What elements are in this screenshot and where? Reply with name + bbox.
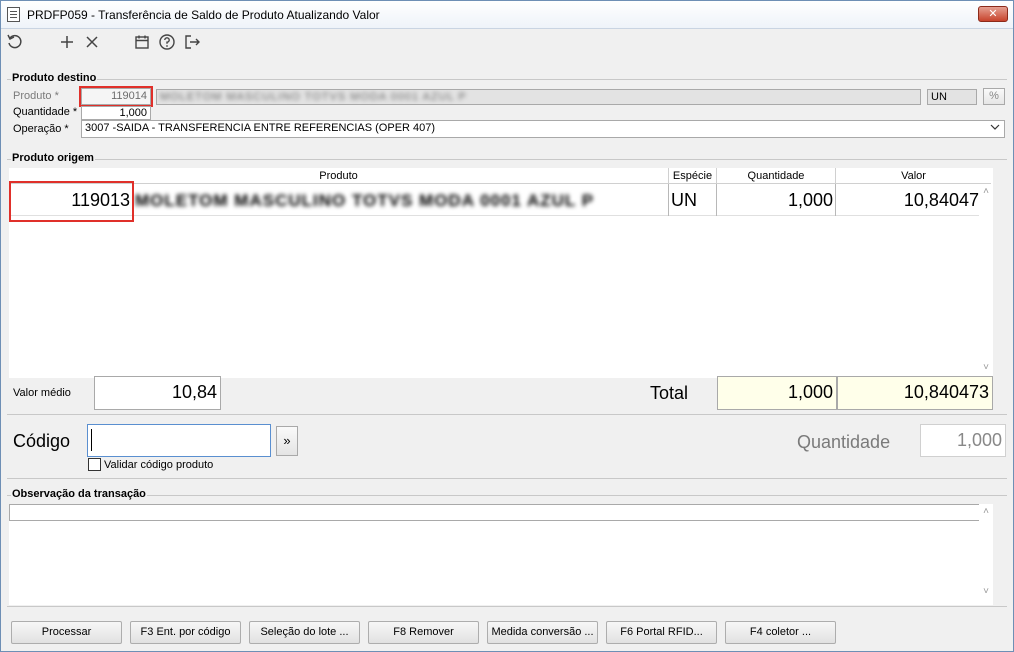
- quantidade-entry-field[interactable]: 1,000: [920, 424, 1006, 457]
- main-window: PRDFP059 - Transferência de Saldo de Pro…: [0, 0, 1014, 652]
- f3-ent-por-codigo-button[interactable]: F3 Ent. por código: [130, 621, 241, 644]
- total-quantidade: 1,000: [717, 376, 837, 410]
- quantidade-label: Quantidade *: [13, 106, 78, 118]
- row-produto: MOLETOM MASCULINO TOTVS MODA 0001 AZUL P: [133, 184, 669, 216]
- grid-header: Produto Espécie Quantidade Valor: [9, 168, 991, 184]
- origem-grid: Produto Espécie Quantidade Valor 119013 …: [9, 168, 993, 378]
- f6-portal-rfid-button[interactable]: F6 Portal RFID...: [606, 621, 717, 644]
- column-valor[interactable]: Valor: [836, 168, 991, 184]
- f8-remover-button[interactable]: F8 Remover: [368, 621, 479, 644]
- row-quantidade: 1,000: [717, 184, 836, 216]
- grid-scrollbar[interactable]: ˄ ˅: [979, 184, 993, 376]
- processar-button[interactable]: Processar: [11, 621, 122, 644]
- highlight-box: [9, 181, 134, 222]
- produto-destino-description-text: MOLETOM MASCULINO TOTVS MODA 0001 AZUL P: [160, 91, 467, 103]
- scroll-down-icon[interactable]: ˅: [979, 362, 993, 373]
- f4-coletor-button[interactable]: F4 coletor ...: [725, 621, 836, 644]
- total-valor: 10,840473: [837, 376, 993, 410]
- quantidade-entry-label: Quantidade: [797, 432, 891, 452]
- produto-origem-label: Produto origem: [11, 152, 95, 164]
- exit-icon[interactable]: [182, 33, 202, 53]
- validar-label: Validar código produto: [104, 459, 214, 471]
- search-go-button[interactable]: »: [276, 426, 298, 456]
- observacao-scrollbar[interactable]: ˄ ˅: [979, 504, 993, 604]
- column-especie[interactable]: Espécie: [669, 168, 717, 184]
- quantidade-destino-field[interactable]: 1,000: [81, 106, 151, 120]
- percent-button[interactable]: %: [983, 88, 1005, 105]
- help-icon[interactable]: [157, 33, 177, 53]
- scroll-down-icon[interactable]: ˅: [979, 586, 993, 597]
- percent-icon: %: [989, 90, 999, 102]
- document-icon: [7, 7, 20, 22]
- validar-checkbox[interactable]: [88, 458, 101, 471]
- refresh-icon[interactable]: [5, 33, 25, 53]
- row-especie: UN: [669, 184, 717, 216]
- calendar-icon[interactable]: [132, 33, 152, 53]
- valor-medio-field: 10,84: [94, 376, 221, 410]
- text-cursor: [91, 429, 92, 451]
- produto-destino-label: Produto destino: [11, 72, 98, 84]
- window-title: PRDFP059 - Transferência de Saldo de Pro…: [27, 8, 380, 22]
- operacao-select[interactable]: 3007 -SAIDA - TRANSFERENCIA ENTRE REFERE…: [81, 120, 1005, 138]
- operacao-label: Operação *: [13, 123, 69, 135]
- medida-conversao-button[interactable]: Medida conversão ...: [487, 621, 598, 644]
- delete-icon[interactable]: [82, 33, 102, 53]
- codigo-label: Código: [13, 431, 71, 451]
- scroll-up-icon[interactable]: ˄: [979, 186, 993, 197]
- row-produto-text: MOLETOM MASCULINO TOTVS MODA 0001 AZUL P: [135, 191, 595, 210]
- produto-label: Produto *: [13, 90, 59, 102]
- total-label: Total: [650, 383, 689, 403]
- toolbar: [1, 29, 1013, 59]
- produto-destino-description: MOLETOM MASCULINO TOTVS MODA 0001 AZUL P: [156, 89, 921, 105]
- valor-medio-label: Valor médio: [13, 387, 71, 399]
- selecao-lote-button[interactable]: Seleção do lote ...: [249, 621, 360, 644]
- table-row[interactable]: 119013 MOLETOM MASCULINO TOTVS MODA 0001…: [9, 184, 991, 216]
- column-quantidade[interactable]: Quantidade: [717, 168, 836, 184]
- codigo-input[interactable]: [87, 424, 271, 457]
- operacao-value: 3007 -SAIDA - TRANSFERENCIA ENTRE REFERE…: [85, 122, 436, 134]
- observacao-first-line: [9, 504, 992, 521]
- observacao-label: Observação da transação: [11, 488, 147, 500]
- add-icon[interactable]: [57, 33, 77, 53]
- close-button[interactable]: ✕: [978, 6, 1008, 22]
- title-bar: PRDFP059 - Transferência de Saldo de Pro…: [1, 1, 1013, 29]
- scroll-up-icon[interactable]: ˄: [979, 506, 993, 517]
- row-valor: 10,840473: [903, 190, 989, 210]
- highlight-box: [79, 86, 153, 107]
- unit-field: UN: [927, 89, 977, 105]
- chevron-down-icon: [990, 122, 1000, 135]
